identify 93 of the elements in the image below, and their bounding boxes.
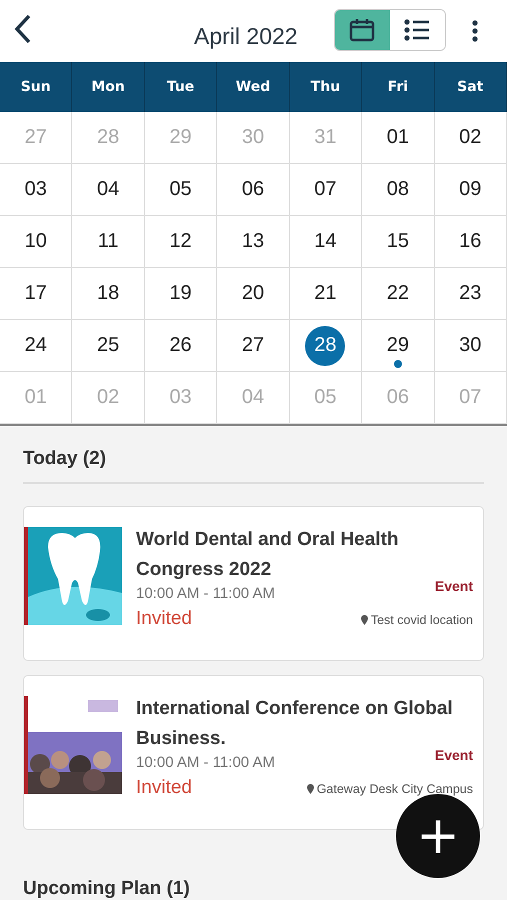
day-number: 27 (24, 125, 48, 150)
calendar-day[interactable]: 17 (0, 268, 72, 320)
add-button[interactable]: + (396, 794, 480, 878)
calendar-day[interactable]: 08 (362, 164, 435, 216)
calendar-day[interactable]: 29 (362, 320, 435, 372)
day-number: 19 (168, 281, 193, 306)
calendar-day[interactable]: 20 (217, 268, 290, 320)
event-time: 10:00 AM - 11:00 AM (136, 585, 275, 602)
calendar-day[interactable]: 18 (72, 268, 145, 320)
day-number: 13 (240, 229, 266, 254)
day-number: 28 (305, 326, 346, 366)
calendar-day[interactable]: 16 (434, 216, 507, 268)
calendar-day[interactable]: 15 (362, 216, 435, 268)
location-pin-icon (360, 615, 368, 625)
day-number: 24 (24, 333, 48, 358)
calendar-day[interactable]: 05 (144, 164, 218, 216)
day-number: 25 (96, 333, 120, 358)
day-number: 07 (458, 385, 482, 410)
day-number: 27 (240, 333, 266, 358)
day-number: 17 (24, 281, 48, 306)
calendar-day[interactable]: 30 (434, 320, 507, 372)
calendar-day[interactable]: 07 (290, 164, 362, 216)
more-icon (472, 20, 478, 42)
day-number: 02 (96, 385, 120, 410)
calendar-day[interactable]: 26 (144, 320, 218, 372)
day-number: 05 (313, 385, 338, 410)
invitation-status: Invited (136, 777, 192, 799)
more-button[interactable] (472, 19, 480, 43)
event-type: Event (434, 578, 473, 594)
month-title: April 2022 (194, 22, 298, 50)
calendar-day[interactable]: 23 (434, 268, 507, 320)
day-number: 03 (24, 177, 48, 202)
calendar-day[interactable]: 09 (434, 164, 507, 216)
invitation-status: Invited (136, 608, 192, 630)
calendar-day[interactable]: 12 (144, 216, 218, 268)
day-number: 30 (458, 333, 482, 358)
day-number: 30 (240, 125, 266, 150)
day-number: 03 (168, 385, 193, 410)
day-number: 04 (240, 385, 266, 410)
calendar-day[interactable]: 21 (290, 268, 362, 320)
day-number: 04 (96, 177, 120, 202)
calendar-day[interactable]: 25 (72, 320, 145, 372)
section-heading: Upcoming Plan (1) (23, 877, 191, 900)
event-title: World Dental and Oral Health Congress 2022 (136, 528, 400, 582)
section-heading: Today (2) (23, 447, 108, 470)
calendar-day[interactable]: 03 (0, 164, 72, 216)
calendar-day[interactable]: 10 (0, 216, 72, 268)
location-pin-icon (306, 784, 314, 794)
day-number: 31 (313, 125, 338, 150)
event-time: 10:00 AM - 11:00 AM (136, 754, 275, 771)
day-number: 28 (96, 125, 120, 150)
day-number: 20 (240, 281, 266, 306)
day-number: 06 (240, 177, 266, 202)
day-number: 15 (386, 229, 410, 254)
day-number: 10 (24, 229, 48, 254)
calendar-day[interactable]: 06 (217, 164, 290, 216)
calendar-day[interactable]: 14 (290, 216, 362, 268)
calendar-day[interactable]: 01 (362, 112, 435, 164)
calendar-day[interactable]: 28 (290, 320, 362, 372)
day-number: 16 (458, 229, 482, 254)
day-number: 26 (168, 333, 193, 358)
calendar-day[interactable]: 22 (362, 268, 435, 320)
day-number: 21 (313, 281, 338, 306)
calendar-view-tab[interactable] (334, 10, 390, 50)
day-number: 12 (168, 229, 193, 254)
calendar-day[interactable]: 27 (217, 320, 290, 372)
day-number: 14 (313, 229, 338, 254)
day-number: 02 (458, 125, 482, 150)
calendar-day[interactable]: 02 (434, 112, 507, 164)
day-number: 22 (386, 281, 410, 306)
event-location: Gateway Desk City Campus (316, 782, 473, 796)
day-number: 18 (96, 281, 120, 306)
day-number: 05 (168, 177, 193, 202)
day-number: 01 (24, 385, 48, 410)
day-number: 29 (168, 125, 193, 150)
day-number: 07 (313, 177, 338, 202)
calendar-day[interactable]: 04 (72, 164, 145, 216)
event-location: Test covid location (370, 613, 473, 627)
calendar-day[interactable]: 24 (0, 320, 72, 372)
day-number: 08 (386, 177, 410, 202)
day-number: 29 (386, 333, 410, 358)
calendar-day[interactable]: 13 (217, 216, 290, 268)
list-icon (404, 19, 430, 41)
calendar-day[interactable]: 11 (72, 216, 145, 268)
calendar-icon (349, 18, 376, 42)
day-number: 09 (458, 177, 482, 202)
calendar-day[interactable]: 19 (144, 268, 218, 320)
day-number: 06 (386, 385, 410, 410)
day-number: 11 (96, 229, 120, 254)
event-card[interactable]: World Dental and Oral Health Congress 2022 10:00 AM - 11:00 AM Event Invited Test covid location (23, 506, 484, 661)
back-icon (14, 14, 32, 44)
day-number: 01 (386, 125, 410, 150)
day-number: 23 (458, 281, 482, 306)
